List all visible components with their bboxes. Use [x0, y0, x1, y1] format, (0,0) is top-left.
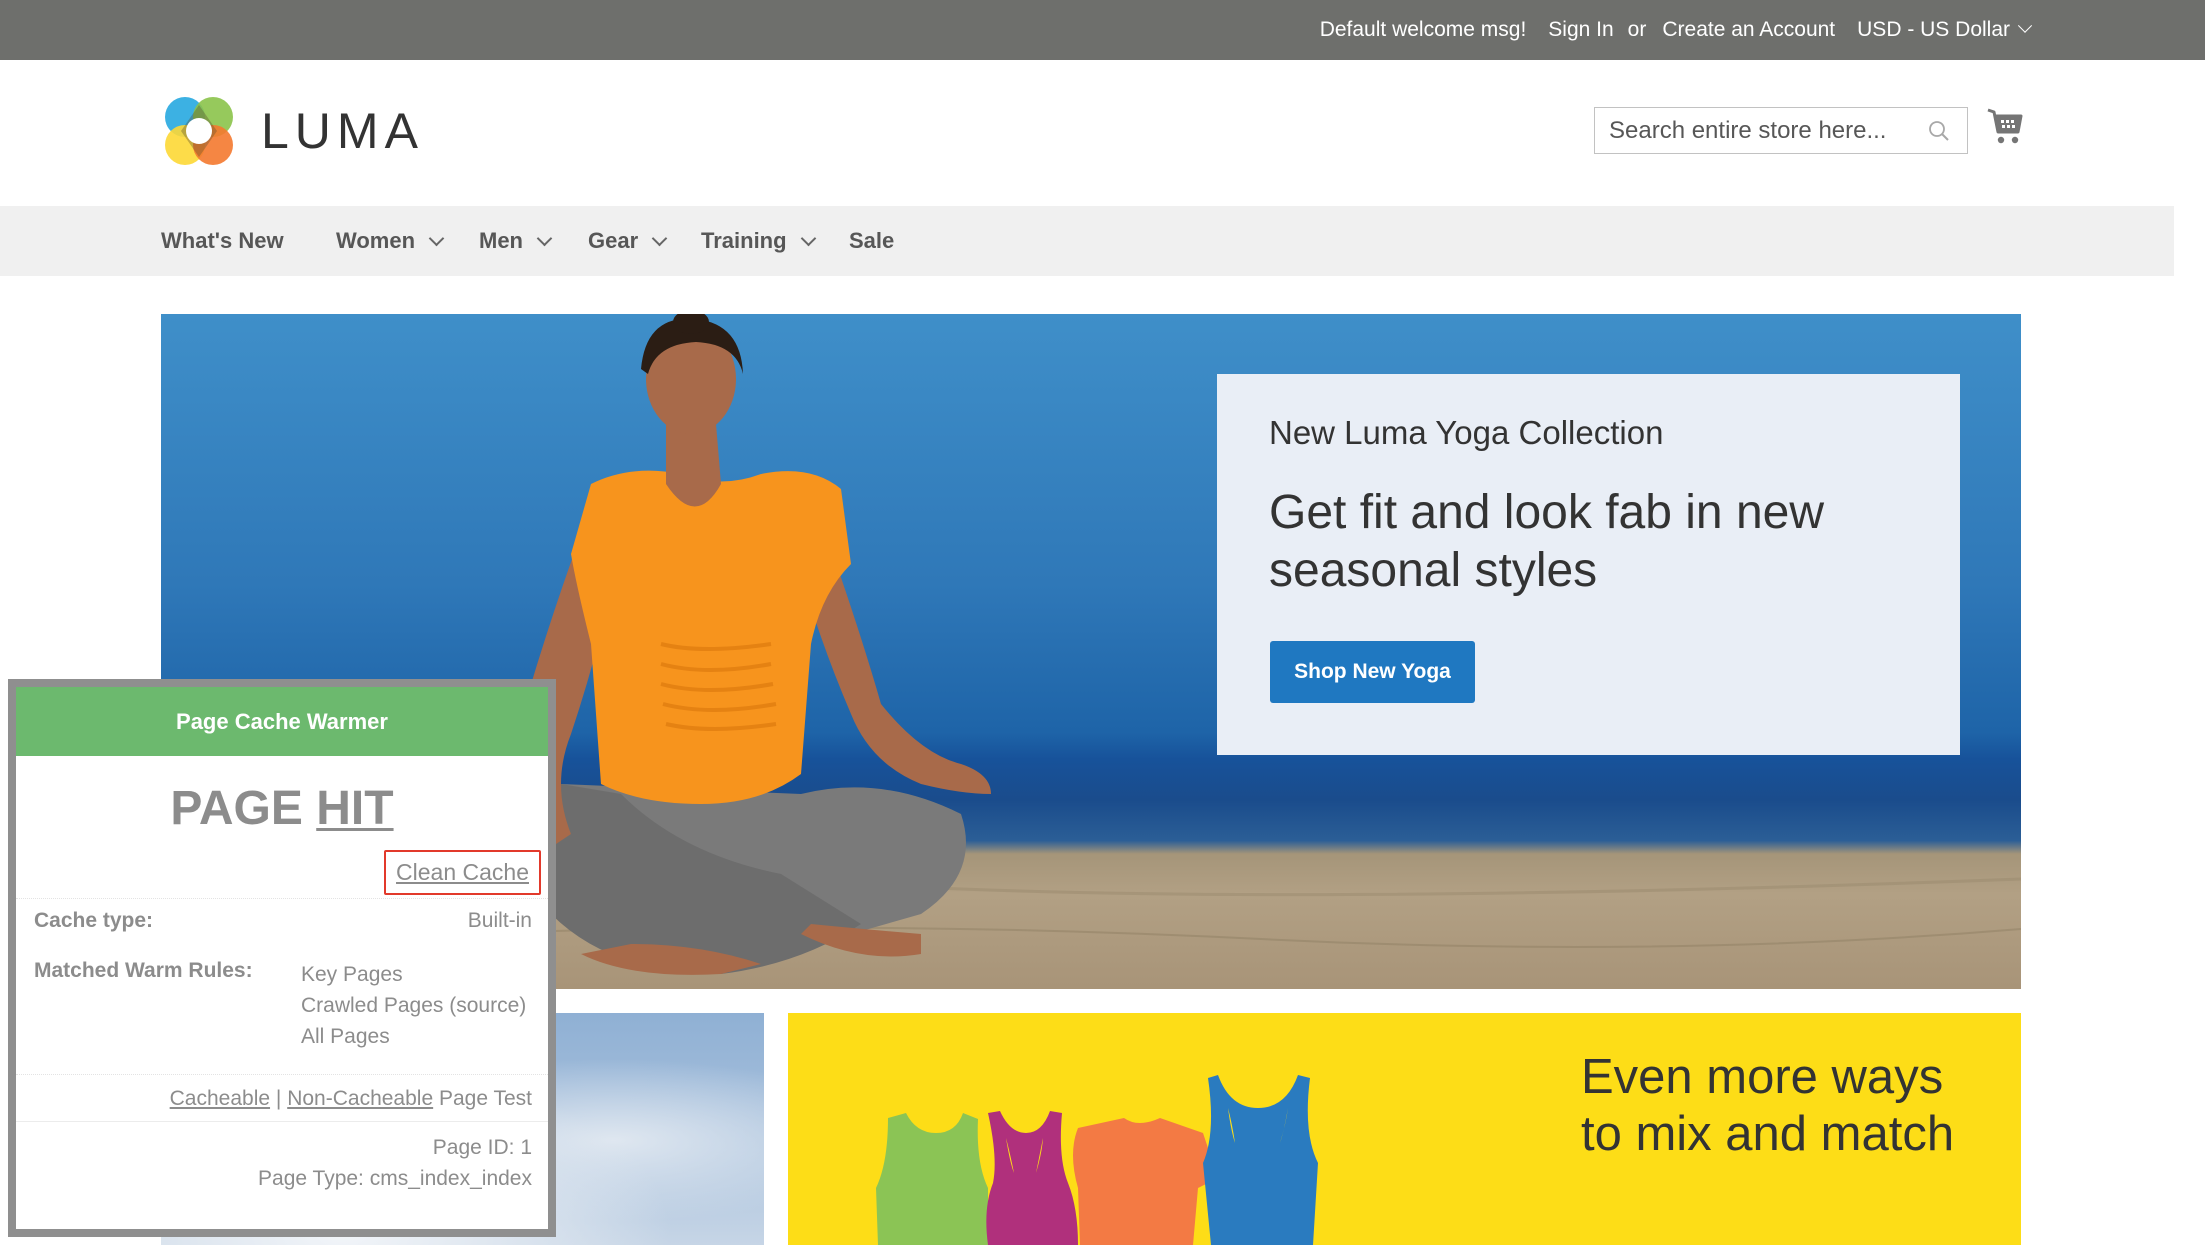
create-account-link[interactable]: Create an Account — [1662, 18, 1835, 42]
nav-label: Men — [479, 228, 523, 253]
shop-new-yoga-button[interactable]: Shop New Yoga — [1270, 641, 1475, 703]
welcome-message: Default welcome msg! — [1319, 18, 1527, 41]
cache-status: PAGE HIT — [16, 780, 548, 838]
chevron-down-icon — [800, 230, 816, 246]
logo-wordmark: LUMA — [261, 103, 424, 159]
nav-label: Women — [336, 228, 416, 253]
nav-label: Training — [701, 228, 787, 253]
clean-cache-row: Clean Cache — [16, 838, 548, 898]
shopping-cart-icon[interactable] — [1986, 106, 2024, 146]
nav-item-whats-new[interactable]: What's New — [161, 206, 284, 276]
chevron-down-icon — [428, 230, 445, 246]
cacheable-test-link[interactable]: Cacheable — [170, 1087, 270, 1110]
luma-logo-icon — [165, 97, 233, 165]
status-word-hit: HIT — [316, 782, 394, 835]
page-cache-warmer-panel: Page Cache Warmer PAGE HIT Clean Cache C… — [8, 679, 556, 1237]
warm-rule: Key Pages — [301, 963, 403, 986]
page-meta: Page ID: 1 Page Type: cms_index_index — [16, 1122, 548, 1194]
warm-rules-label: Matched Warm Rules: — [34, 959, 253, 982]
luma-logo[interactable]: LUMA — [161, 93, 424, 169]
warm-rule: Crawled Pages (source) — [301, 994, 527, 1017]
cache-type-row: Cache type: Built-in — [16, 909, 548, 933]
nav-label: Sale — [849, 228, 895, 253]
main-navigation: What's New Women Men Gear Training Sale — [0, 206, 2174, 276]
mix-and-match-banner[interactable]: Even more ways to mix and match — [788, 1013, 2021, 1245]
mix-line-1: Even more ways — [1581, 1050, 1944, 1104]
mix-and-match-text: Even more ways to mix and match — [1581, 1049, 1954, 1163]
nav-item-training[interactable]: Training — [701, 206, 816, 276]
page-id: Page ID: 1 — [432, 1136, 532, 1159]
cache-type-label: Cache type: — [34, 909, 154, 932]
test-separator: | — [275, 1087, 282, 1110]
page-test-suffix: Page Test — [438, 1087, 532, 1110]
promo-headline: Get fit and look fab in new seasonal sty… — [1269, 486, 1824, 597]
nav-item-sale[interactable]: Sale — [849, 206, 894, 276]
chevron-down-icon — [2017, 18, 2033, 33]
status-word-page: PAGE — [170, 782, 303, 835]
non-cacheable-test-link[interactable]: Non-Cacheable — [287, 1087, 433, 1110]
chevron-down-icon — [651, 230, 668, 246]
top-links: Default welcome msg! Sign In or Create a… — [1319, 0, 2033, 60]
divider — [16, 898, 548, 899]
mix-line-2: to mix and match — [1581, 1107, 1955, 1161]
nav-item-men[interactable]: Men — [479, 206, 553, 276]
panel-title: Page Cache Warmer — [16, 687, 548, 756]
nav-label: What's New — [161, 228, 284, 253]
nav-item-women[interactable]: Women — [336, 206, 445, 276]
currency-switcher[interactable]: USD - US Dollar — [1857, 18, 2033, 42]
warm-rules-list: Key Pages Crawled Pages (source) All Pag… — [301, 959, 526, 1052]
search-box — [1594, 107, 1968, 154]
cache-type-value: Built-in — [467, 909, 532, 932]
warm-rules-row: Matched Warm Rules: Key Pages Crawled Pa… — [16, 959, 548, 1052]
clean-cache-link[interactable]: Clean Cache — [384, 850, 541, 895]
page-test-row: Cacheable | Non-Cacheable Page Test — [16, 1074, 548, 1122]
top-bar: Default welcome msg! Sign In or Create a… — [0, 0, 2205, 60]
sign-in-link[interactable]: Sign In — [1548, 18, 1613, 42]
nav-item-gear[interactable]: Gear — [588, 206, 668, 276]
search-icon[interactable] — [1919, 111, 1959, 151]
promo-box: New Luma Yoga Collection Get fit and loo… — [1217, 374, 1960, 755]
page-type: Page Type: cms_index_index — [258, 1167, 532, 1190]
nav-label: Gear — [588, 228, 639, 253]
currency-label: USD - US Dollar — [1857, 18, 2010, 41]
search-input[interactable] — [1595, 108, 1919, 153]
promo-subtitle: New Luma Yoga Collection — [1269, 414, 1664, 451]
warm-rule: All Pages — [301, 1025, 390, 1048]
chevron-down-icon — [536, 230, 553, 246]
or-text: or — [1627, 18, 1647, 41]
